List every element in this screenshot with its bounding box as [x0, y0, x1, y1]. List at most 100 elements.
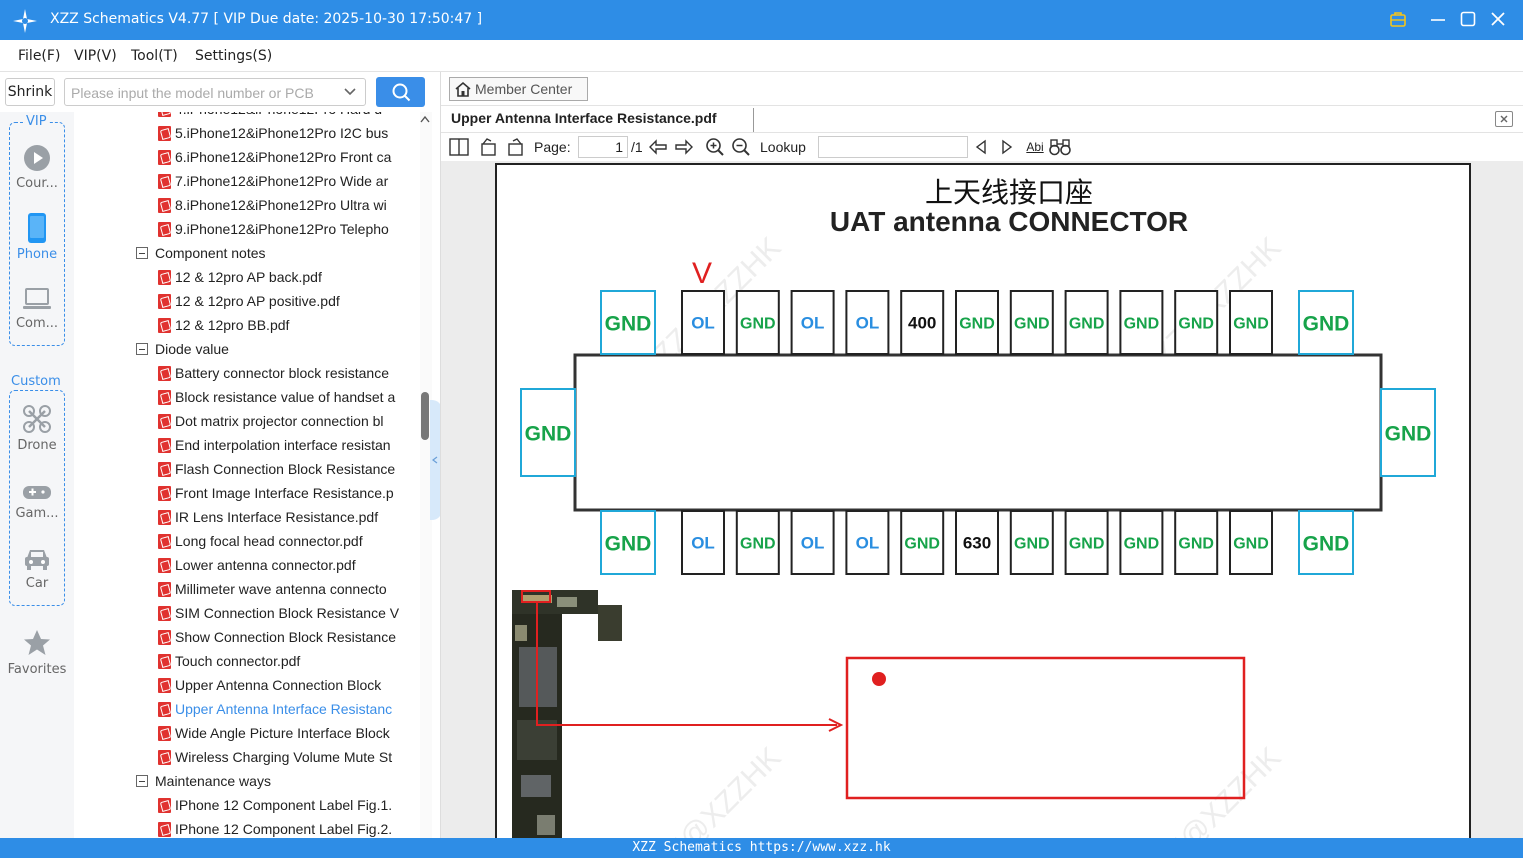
toggle-sidebar-icon[interactable]: [449, 137, 469, 157]
shrink-button[interactable]: Shrink: [5, 78, 55, 106]
tree-folder[interactable]: Diode value: [74, 338, 420, 362]
menu-file[interactable]: File(F): [18, 48, 60, 64]
prev-page-icon[interactable]: [648, 137, 668, 157]
pdf-viewer[interactable]: XZZ@XZZHKXZZ@XZZHKXZZ@XZZHKXZZ@XZZHK上天线接…: [441, 161, 1523, 858]
rotate-left-icon[interactable]: [479, 137, 499, 157]
tree-file-item[interactable]: 8.iPhone12&iPhone12Pro Ultra wi: [74, 194, 420, 218]
minimize-button[interactable]: [1427, 8, 1449, 30]
tree-file-item[interactable]: 5.iPhone12&iPhone12Pro I2C bus: [74, 122, 420, 146]
close-tab-button[interactable]: [1495, 111, 1513, 127]
zoom-in-icon[interactable]: [705, 137, 725, 157]
page-total: /1: [631, 139, 643, 155]
close-icon: [1500, 115, 1508, 123]
match-case-button[interactable]: Abi: [1024, 137, 1046, 157]
find-prev-icon[interactable]: [973, 137, 989, 157]
find-next-icon[interactable]: [999, 137, 1015, 157]
tree-file-item[interactable]: 4.iPhone12&iPhone12Pro Hard d: [74, 112, 420, 122]
pdf-file-icon: [158, 198, 171, 213]
pdf-file-icon: [158, 534, 171, 549]
top-pin-value: GND: [1178, 316, 1214, 333]
binoculars-icon[interactable]: [1049, 137, 1071, 157]
tree-file-item[interactable]: Long focal head connector.pdf: [74, 530, 420, 554]
tree-file-item[interactable]: IPhone 12 Component Label Fig.1.: [74, 794, 420, 818]
tree-file-item[interactable]: Lower antenna connector.pdf: [74, 554, 420, 578]
bottom-pin-value: 630: [963, 534, 991, 553]
shield-pad-top-right-label: GND: [1303, 313, 1350, 336]
left-toolbar: Shrink: [0, 72, 440, 112]
rotate-right-icon[interactable]: [505, 137, 525, 157]
schematic-title-cn: 上天线接口座: [925, 176, 1093, 209]
nav-computer[interactable]: Com...: [0, 286, 74, 331]
vip-bag-icon[interactable]: [1387, 8, 1409, 30]
menu-tool[interactable]: Tool(T): [131, 48, 178, 64]
nav-car[interactable]: Car: [0, 546, 74, 591]
nav-favorites[interactable]: Favorites: [0, 628, 74, 677]
tree-file-item[interactable]: Upper Antenna Interface Resistanc: [74, 698, 420, 722]
lookup-input[interactable]: [818, 136, 968, 158]
collapse-toggle-icon[interactable]: [136, 247, 148, 259]
tree-file-item[interactable]: Dot matrix projector connection bl: [74, 410, 420, 434]
nav-courses-label: Cour...: [16, 176, 58, 191]
tree-file-item[interactable]: IR Lens Interface Resistance.pdf: [74, 506, 420, 530]
tree-file-item[interactable]: Battery connector block resistance: [74, 362, 420, 386]
scroll-up-icon[interactable]: [420, 115, 430, 123]
nav-computer-label: Com...: [15, 316, 59, 331]
tree-folder[interactable]: Maintenance ways: [74, 770, 420, 794]
maximize-button[interactable]: [1457, 8, 1479, 30]
tree-file-item[interactable]: End interpolation interface resistan: [74, 434, 420, 458]
nav-phone[interactable]: Phone: [0, 213, 74, 262]
tree-file-item[interactable]: IPhone 12 Component Label Fig.2.: [74, 818, 420, 838]
tree-file-item[interactable]: 12 & 12pro AP back.pdf: [74, 266, 420, 290]
tree-item-label: Touch connector.pdf: [175, 653, 301, 669]
tree-file-item[interactable]: 12 & 12pro BB.pdf: [74, 314, 420, 338]
tree-file-item[interactable]: Front Image Interface Resistance.p: [74, 482, 420, 506]
car-icon: [25, 550, 49, 570]
nav-drone[interactable]: Drone: [0, 404, 74, 453]
tree-file-item[interactable]: Wireless Charging Volume Mute St: [74, 746, 420, 770]
custom-group-label: Custom: [10, 374, 62, 389]
tree-folder[interactable]: Component notes: [74, 242, 420, 266]
tree-file-item[interactable]: Millimeter wave antenna connecto: [74, 578, 420, 602]
tree-item-label: Block resistance value of handset a: [175, 389, 396, 405]
tree-item-label: IPhone 12 Component Label Fig.2.: [175, 821, 393, 837]
tab-document[interactable]: Upper Antenna Interface Resistance.pdf: [451, 110, 717, 126]
tree-file-item[interactable]: Upper Antenna Connection Block: [74, 674, 420, 698]
close-button[interactable]: [1487, 8, 1509, 30]
tree-file-item[interactable]: Block resistance value of handset a: [74, 386, 420, 410]
menu-settings[interactable]: Settings(S): [195, 48, 272, 64]
tree-file-item[interactable]: Flash Connection Block Resistance: [74, 458, 420, 482]
pcb-board-image: [512, 590, 622, 849]
collapse-toggle-icon[interactable]: [136, 775, 148, 787]
tree-file-item[interactable]: 12 & 12pro AP positive.pdf: [74, 290, 420, 314]
star-icon: [24, 630, 50, 655]
nav-game[interactable]: Gam...: [0, 482, 74, 521]
tree-file-item[interactable]: 9.iPhone12&iPhone12Pro Telepho: [74, 218, 420, 242]
menu-vip[interactable]: VIP(V): [74, 48, 117, 64]
laptop-icon: [23, 288, 51, 309]
tree-item-label: IR Lens Interface Resistance.pdf: [175, 509, 379, 525]
member-center-button[interactable]: Member Center: [449, 77, 588, 101]
collapse-toggle-icon[interactable]: [136, 343, 148, 355]
bottom-pin-value: OL: [691, 534, 715, 553]
tree-file-item[interactable]: Touch connector.pdf: [74, 650, 420, 674]
tree-file-item[interactable]: 7.iPhone12&iPhone12Pro Wide ar: [74, 170, 420, 194]
zoom-out-icon[interactable]: [731, 137, 751, 157]
page-number-input[interactable]: 1: [578, 136, 628, 158]
watermark-text: XZZ@XZZHK: [633, 741, 787, 843]
nav-courses[interactable]: Cour...: [0, 144, 74, 191]
search-box[interactable]: [64, 78, 366, 106]
nav-favorites-label: Favorites: [7, 662, 67, 677]
tree-file-item[interactable]: Wide Angle Picture Interface Block: [74, 722, 420, 746]
tree-file-item[interactable]: Show Connection Block Resistance: [74, 626, 420, 650]
next-page-icon[interactable]: [674, 137, 694, 157]
search-input[interactable]: [71, 83, 331, 103]
tree-item-label: Wide Angle Picture Interface Block: [175, 725, 390, 741]
shield-pad-left-label: GND: [525, 423, 572, 446]
search-button[interactable]: [376, 77, 425, 107]
bottom-pin-value: OL: [856, 534, 880, 553]
tree-file-item[interactable]: SIM Connection Block Resistance V: [74, 602, 420, 626]
chevron-down-icon[interactable]: [343, 85, 357, 99]
tree-scroll-thumb[interactable]: [421, 392, 429, 440]
pdf-file-icon: [158, 582, 171, 597]
tree-file-item[interactable]: 6.iPhone12&iPhone12Pro Front ca: [74, 146, 420, 170]
